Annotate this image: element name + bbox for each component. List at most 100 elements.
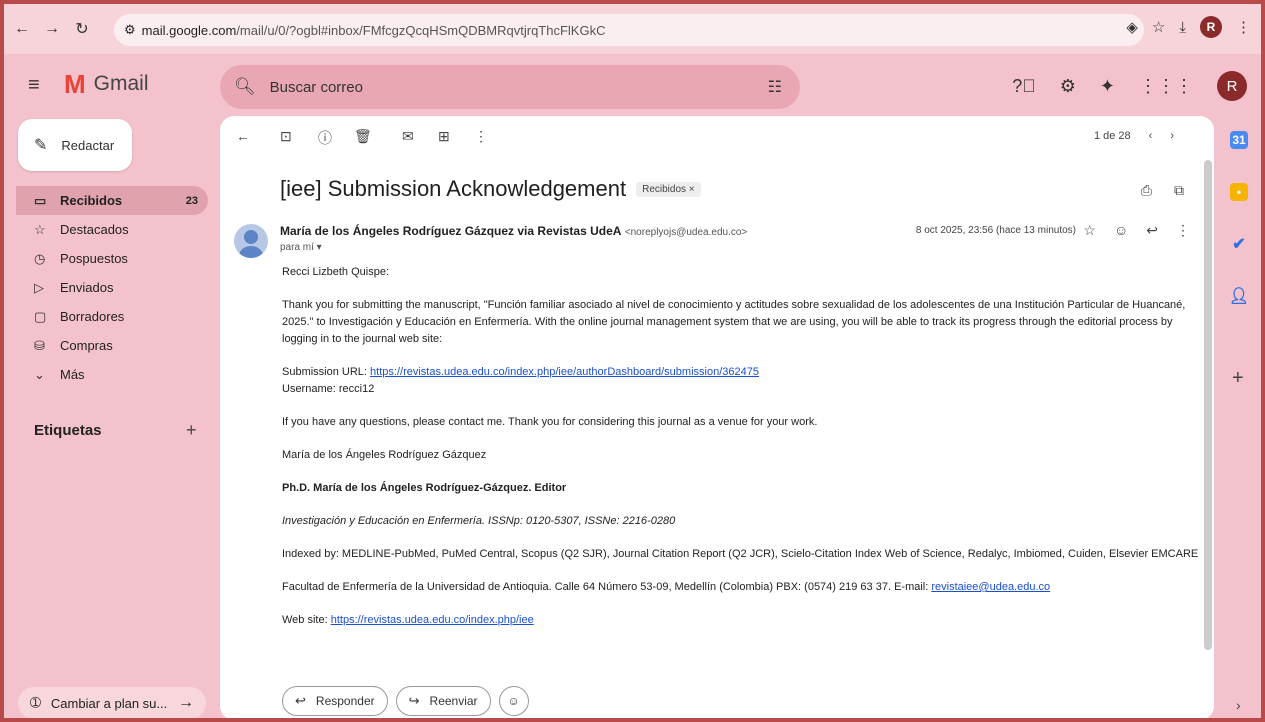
pencil-icon: ✎ bbox=[34, 137, 48, 154]
sender-name[interactable]: María de los Ángeles Rodríguez Gázquez v… bbox=[280, 224, 621, 238]
upgrade-icon: ➀ bbox=[30, 695, 41, 710]
apps-grid-icon[interactable]: ⋮⋮⋮ bbox=[1139, 76, 1193, 97]
archive-icon[interactable]: ⊡ bbox=[280, 128, 292, 145]
compose-button[interactable]: ✎ Redactar bbox=[18, 119, 132, 171]
upgrade-label: Cambiar a plan su... bbox=[50, 695, 168, 711]
site-info-icon[interactable]: ⚙ bbox=[124, 22, 136, 38]
gemini-sparkle-icon[interactable]: ✦ bbox=[1100, 76, 1115, 97]
contacts-icon[interactable]: 👤︎ bbox=[1229, 287, 1249, 305]
help-icon[interactable]: ?⃝ bbox=[1012, 76, 1036, 97]
get-addons-icon[interactable]: + bbox=[1232, 367, 1244, 390]
back-to-inbox-icon[interactable]: ← bbox=[236, 128, 250, 144]
recipient-details[interactable]: para mí ▾ bbox=[280, 242, 322, 253]
sidebar-item-sent[interactable]: ▷ Enviados bbox=[16, 273, 208, 302]
back-icon[interactable]: ← bbox=[10, 20, 34, 38]
reply-button[interactable]: ↩ Responder bbox=[282, 686, 388, 716]
reply-arrow-icon: ↩ bbox=[295, 693, 306, 708]
page-count: 1 de 28 bbox=[1093, 130, 1131, 142]
body-paragraph: If you have any questions, please contac… bbox=[282, 416, 818, 428]
older-chevron-icon[interactable]: › bbox=[1170, 130, 1174, 142]
sidebar-item-label: Más bbox=[60, 367, 85, 382]
sidebar-item-label: Enviados bbox=[60, 280, 114, 295]
address-line: Facultad de Enfermería de la Universidad… bbox=[282, 579, 1202, 596]
bookmark-star-icon[interactable]: ☆ bbox=[1152, 18, 1165, 36]
forward-label: Reenviar bbox=[429, 694, 478, 708]
emoji-reaction-icon[interactable]: ☺ bbox=[1114, 222, 1128, 239]
subject-row: [iee] Submission Acknowledgement Recibid… bbox=[280, 176, 701, 202]
signature-name: María de los Ángeles Rodríguez Gázquez bbox=[282, 449, 487, 461]
sidebar-item-drafts[interactable]: ▢ Borradores bbox=[16, 302, 208, 331]
open-new-window-icon[interactable]: ⧉ bbox=[1174, 182, 1184, 199]
message-pane: ← ⊡ ⓘ 🗑︎ ✉ ⊞ ⋮ 1 de 28 ‹ › [iee] Submiss… bbox=[220, 116, 1214, 718]
newer-chevron-icon[interactable]: ‹ bbox=[1149, 130, 1153, 142]
main-menu-icon[interactable]: ≡ bbox=[28, 74, 40, 97]
inbox-icon: ▭ bbox=[34, 192, 47, 208]
star-message-icon[interactable]: ☆ bbox=[1083, 222, 1096, 239]
reload-icon[interactable]: ↻ bbox=[70, 19, 94, 39]
search-bar[interactable]: 🔍︎ Buscar correo ☷ bbox=[220, 65, 800, 109]
tasks-icon[interactable]: ✔ bbox=[1230, 235, 1248, 253]
message-scrollbar[interactable] bbox=[1204, 160, 1212, 650]
clock-icon: ◷ bbox=[34, 250, 46, 266]
arrow-right-icon: → bbox=[178, 694, 194, 711]
forward-arrow-icon: ↪ bbox=[408, 693, 420, 708]
search-options-icon[interactable]: ☷ bbox=[768, 77, 782, 97]
delete-icon[interactable]: 🗑︎ bbox=[354, 128, 372, 145]
mark-unread-icon[interactable]: ✉ bbox=[402, 128, 414, 145]
sidebar-item-snoozed[interactable]: ◷ Pospuestos bbox=[16, 244, 208, 273]
inbox-label-chip[interactable]: Recibidos × bbox=[636, 181, 701, 197]
unread-count: 23 bbox=[185, 194, 198, 207]
browser-toolbar: ← → ↻ ⚙ mail.google.com/mail/u/0/?ogbl#i… bbox=[4, 4, 1261, 54]
compose-label: Redactar bbox=[61, 137, 115, 153]
reply-icon[interactable]: ↩ bbox=[1146, 222, 1158, 239]
gmail-logo[interactable]: M Gmail bbox=[64, 71, 149, 97]
url-site: mail.google.com bbox=[141, 22, 237, 38]
profile-avatar[interactable]: R bbox=[1200, 16, 1222, 38]
message-date: 8 oct 2025, 23:56 (hace 13 minutos) bbox=[915, 225, 1076, 236]
account-avatar[interactable]: R bbox=[1217, 71, 1247, 101]
draft-icon: ▢ bbox=[34, 308, 47, 324]
search-icon[interactable]: 🔍︎ bbox=[234, 77, 256, 97]
extension-icon[interactable]: ◈ bbox=[1126, 18, 1138, 36]
editor-line: Ph.D. María de los Ángeles Rodríguez-Gáz… bbox=[282, 482, 567, 494]
more-options-icon[interactable]: ⋮ bbox=[474, 128, 488, 145]
pagination: 1 de 28 ‹ › bbox=[1094, 130, 1174, 142]
url-path: /mail/u/0/?ogbl#inbox/FMfcgzQcqHSmQDBMRq… bbox=[236, 22, 606, 38]
add-label-icon[interactable]: + bbox=[186, 420, 197, 441]
search-input[interactable]: Buscar correo bbox=[270, 79, 363, 96]
expand-panel-icon[interactable]: › bbox=[1236, 697, 1241, 713]
send-icon: ▷ bbox=[34, 279, 44, 295]
browser-window: ← → ↻ ⚙ mail.google.com/mail/u/0/?ogbl#i… bbox=[4, 4, 1261, 718]
report-spam-icon[interactable]: ⓘ bbox=[318, 128, 332, 148]
browser-menu-icon[interactable]: ⋮ bbox=[1236, 18, 1251, 36]
submission-link[interactable]: https://revistas.udea.edu.co/index.php/i… bbox=[370, 366, 759, 378]
email-link[interactable]: revistaiee@udea.edu.co bbox=[931, 581, 1050, 593]
website-line: Web site: https://revistas.udea.edu.co/i… bbox=[282, 612, 1202, 629]
upgrade-plan-button[interactable]: ➀ Cambiar a plan su... → bbox=[18, 687, 206, 718]
emoji-button[interactable]: ☺ bbox=[498, 686, 529, 716]
print-icon[interactable]: ⎙ bbox=[1141, 182, 1152, 199]
sender-line: María de los Ángeles Rodríguez Gázquez v… bbox=[280, 224, 747, 238]
address-bar[interactable]: ⚙ mail.google.com/mail/u/0/?ogbl#inbox/F… bbox=[114, 14, 1144, 46]
sidebar-item-label: Recibidos bbox=[60, 193, 123, 208]
download-icon[interactable]: ⤓ bbox=[1179, 19, 1186, 36]
message-more-icon[interactable]: ⋮ bbox=[1176, 222, 1190, 239]
shopping-icon: ⛁ bbox=[34, 337, 45, 353]
submission-line: Submission URL: https://revistas.udea.ed… bbox=[282, 364, 1202, 381]
sidebar-item-label: Pospuestos bbox=[60, 251, 128, 266]
sidebar-item-more[interactable]: ⌄ Más bbox=[16, 360, 208, 389]
chevron-down-icon: ⌄ bbox=[34, 366, 45, 382]
reply-label: Responder bbox=[315, 694, 375, 708]
forward-button[interactable]: ↪ Reenviar bbox=[395, 686, 491, 716]
email-subject: [iee] Submission Acknowledgement bbox=[280, 176, 627, 201]
sidebar-item-inbox[interactable]: ▭ Recibidos 23 bbox=[16, 186, 208, 215]
move-to-icon[interactable]: ⊞ bbox=[438, 128, 450, 145]
username-line: Username: recci12 bbox=[282, 383, 375, 395]
settings-gear-icon[interactable]: ⚙ bbox=[1060, 76, 1076, 97]
website-link[interactable]: https://revistas.udea.edu.co/index.php/i… bbox=[331, 614, 534, 626]
forward-icon[interactable]: → bbox=[40, 20, 64, 38]
sidebar-item-purchases[interactable]: ⛁ Compras bbox=[16, 331, 208, 360]
keep-icon[interactable]: • bbox=[1230, 183, 1248, 201]
calendar-icon[interactable]: 31 bbox=[1230, 131, 1248, 149]
sidebar-item-starred[interactable]: ☆ Destacados bbox=[16, 215, 208, 244]
